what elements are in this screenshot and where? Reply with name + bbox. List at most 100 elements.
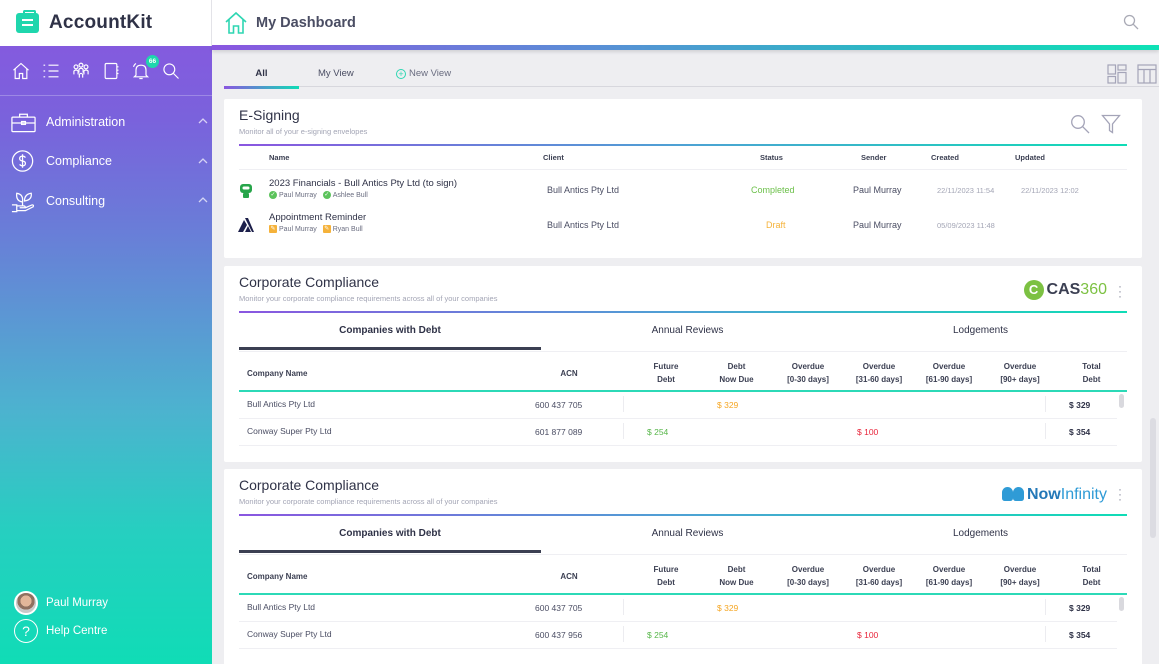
robot-app-icon [240,184,252,198]
row-divider [239,648,1117,649]
compliance-tabs: Companies with Debt Annual Reviews Lodge… [239,322,1127,352]
list-icon[interactable] [40,60,62,82]
plant-hand-icon [11,192,35,212]
sidebar-item-consulting[interactable]: Consulting [0,181,212,221]
acn: 600 437 705 [535,603,583,613]
user-profile-link[interactable]: Paul Murray [14,589,108,617]
tab-new-view[interactable]: + New View [396,68,451,79]
brand[interactable]: AccountKit [0,0,212,46]
tab-companies-with-debt[interactable]: Companies with Debt [239,325,541,350]
home-icon[interactable] [10,60,32,82]
card-divider [239,311,1127,313]
overdue-31-60: $ 100 [857,427,879,437]
avatar [14,591,38,615]
updated-date: 22/11/2023 12:02 [1021,186,1079,195]
col-future-debt: Future Debt [653,362,679,384]
column-separator [623,423,624,439]
client: Bull Antics Pty Ltd [547,220,620,230]
search-icon[interactable] [1070,114,1090,134]
help-label: Help Centre [46,625,108,637]
col-name: Name [269,153,290,162]
tab-annual-reviews[interactable]: Annual Reviews [541,325,834,336]
search-icon[interactable] [160,60,182,82]
created-date: 05/09/2023 11:48 [937,221,995,230]
esigning-card: E-Signing Monitor all of your e-signing … [224,99,1142,258]
header-search-icon[interactable] [1123,14,1139,30]
total-debt: $ 329 [1069,603,1091,613]
row-divider [239,445,1117,446]
compliance-card-cas360: Corporate Compliance Monitor your corpor… [224,266,1142,462]
help-centre-link[interactable]: ? Help Centre [14,617,108,645]
card-divider [239,514,1127,516]
col-overdue-61-90: Overdue [61-90 days] [925,362,973,384]
col-company-name: Company Name [247,572,308,581]
more-options-icon[interactable]: · · · [1118,483,1122,505]
col-overdue-90-plus: Overdue [90+ days] [1000,362,1040,384]
new-view-label: New View [409,68,452,79]
grid-layout-icon[interactable] [1107,64,1127,84]
debt-now-due: $ 329 [717,400,739,410]
col-overdue-0-30: Overdue [0-30 days] [787,362,829,384]
header-gradient-bar [212,45,1159,50]
pending-edit-icon: ✎ [269,225,277,233]
tab-my-view[interactable]: My View [318,68,354,79]
filter-icon[interactable] [1101,114,1121,134]
tab-lodgements[interactable]: Lodgements [834,528,1127,539]
cas360-logo: C CAS360 [1023,280,1107,300]
col-overdue-0-30: Overdue [0-30 days] [787,565,829,587]
bell-icon[interactable]: 66 [130,54,159,82]
briefcase-icon [11,113,36,133]
col-future-debt: Future Debt [653,565,679,587]
status-badge: Completed [751,185,795,195]
dollar-circle-icon [11,150,34,173]
col-status: Status [760,153,783,162]
sidebar-item-label: Consulting [46,193,106,208]
chevron-up-icon[interactable] [197,194,209,206]
col-overdue-90-plus: Overdue [90+ days] [1000,565,1040,587]
view-layout-toggles [1107,64,1157,84]
tab-companies-with-debt[interactable]: Companies with Debt [239,528,541,553]
table-scrollbar[interactable] [1119,394,1124,408]
sidebar-item-compliance[interactable]: Compliance [0,142,212,182]
col-client: Client [543,153,564,162]
sidebar-item-administration[interactable]: Administration [0,102,212,142]
tab-annual-reviews[interactable]: Annual Reviews [541,528,834,539]
help-icon: ? [14,619,38,643]
col-overdue-31-60: Overdue [31-60 days] [855,565,903,587]
signers: ✎ Paul Murray ✎ Ryan Bull [269,225,363,233]
debt-now-due: $ 329 [717,603,739,613]
view-tabs: All My View + New View [224,61,1159,89]
tab-all[interactable]: All [224,68,299,89]
people-icon[interactable] [70,60,92,82]
notification-badge: 66 [146,54,159,68]
compliance-tabs: Companies with Debt Annual Reviews Lodge… [239,525,1127,555]
home-icon [225,11,247,34]
signers: ✓ Paul Murray ✓ Ashlee Bull [269,191,368,199]
page-scrollbar[interactable] [1150,418,1156,538]
future-debt: $ 254 [647,630,669,640]
company-name: Conway Super Pty Ltd [247,426,332,436]
sidebar-footer: Paul Murray ? Help Centre [14,589,108,645]
contacts-book-icon[interactable] [100,60,122,82]
table-layout-icon[interactable] [1137,64,1157,84]
chevron-up-icon[interactable] [197,115,209,127]
app-name: AccountKit [49,12,153,33]
top-header: My Dashboard [212,0,1159,46]
signer: ✎ Ryan Bull [322,225,363,233]
chevron-up-icon[interactable] [197,155,209,167]
column-separator [623,626,624,642]
sidebar: AccountKit 66 Administration Compliance … [0,0,212,664]
sidebar-nav: Administration Compliance Consulting [0,96,212,221]
user-name: Paul Murray [46,597,108,609]
card-divider [239,144,1127,146]
compliance-card-nowinfinity: Corporate Compliance Monitor your corpor… [224,469,1142,664]
col-debt-now-due: Debt Now Due [719,565,754,587]
col-overdue-31-60: Overdue [31-60 days] [855,362,903,384]
column-separator [623,599,624,615]
tab-lodgements[interactable]: Lodgements [834,325,1127,336]
signer: ✓ Ashlee Bull [322,191,368,199]
table-scrollbar[interactable] [1119,597,1124,611]
more-options-icon[interactable]: · · · [1118,280,1122,302]
col-updated: Updated [1015,153,1045,162]
status-badge: Draft [766,220,786,230]
